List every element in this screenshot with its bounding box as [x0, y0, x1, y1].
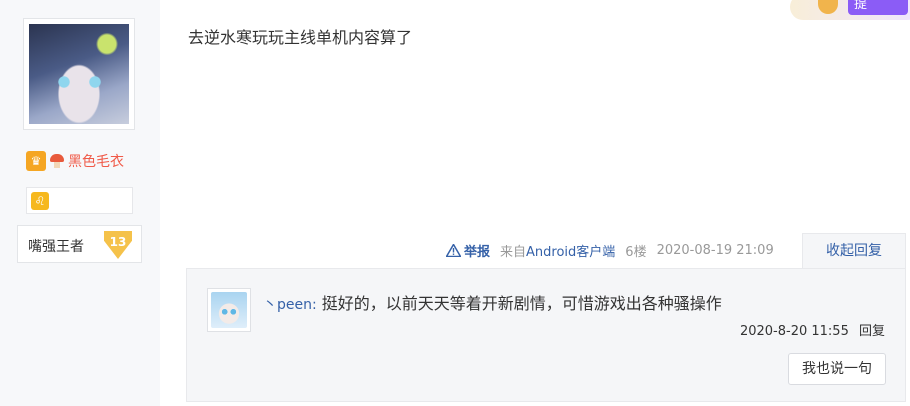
say-something-button[interactable]: 我也说一句	[788, 353, 886, 385]
report-link[interactable]: 举报	[446, 241, 490, 260]
author-username[interactable]: 黑色毛衣	[68, 151, 124, 171]
client-link[interactable]: Android客户端	[526, 245, 615, 260]
reply-avatar-image	[211, 292, 247, 328]
reply-item: 丶peen: 挺好的，以前天天等着开新剧情，可惜游戏出各种骚操作	[263, 290, 722, 314]
client-source: 来自Android客户端	[500, 241, 615, 260]
reply-datetime: 2020-8-20 11:55	[739, 324, 849, 339]
medal-icon	[818, 0, 838, 14]
client-prefix: 来自	[500, 245, 527, 260]
reply-content: 挺好的，以前天天等着开新剧情，可惜游戏出各种骚操作	[321, 294, 722, 313]
avatar-image	[29, 24, 129, 124]
author-sidebar: ♛ 黑色毛衣 ♌ 嘴强王者 13	[0, 0, 160, 406]
zodiac-badge: ♌	[26, 187, 133, 214]
floor-number: 6楼	[625, 245, 647, 260]
author-name-row: ♛ 黑色毛衣	[26, 151, 124, 171]
report-label: 举报	[464, 245, 491, 260]
leo-icon: ♌	[31, 192, 49, 210]
author-avatar[interactable]	[23, 18, 135, 130]
post-content: 去逆水寒玩玩主线单机内容算了	[188, 28, 413, 47]
mushroom-icon	[50, 154, 64, 168]
tag-badge[interactable]: 提	[848, 0, 908, 15]
collapse-replies-button[interactable]: 收起回复	[802, 233, 906, 269]
warning-icon	[446, 244, 461, 257]
crown-icon: ♛	[26, 151, 46, 171]
top-right-decoration: 提	[790, 0, 910, 20]
post-datetime: 2020-08-19 21:09	[656, 243, 774, 258]
level-badge-box[interactable]: 嘴强王者 13	[17, 225, 142, 263]
reply-avatar[interactable]	[207, 288, 251, 332]
level-title: 嘴强王者	[28, 239, 84, 255]
level-number-badge: 13	[104, 231, 132, 259]
reply-section: 丶peen: 挺好的，以前天天等着开新剧情，可惜游戏出各种骚操作 2020-8-…	[186, 268, 906, 402]
reply-link[interactable]: 回复	[859, 324, 885, 339]
post-meta: 举报 来自Android客户端 6楼 2020-08-19 21:09	[446, 241, 774, 260]
reply-username[interactable]: 丶peen:	[263, 297, 317, 313]
reply-meta: 2020-8-20 11:55 回复	[740, 320, 885, 339]
